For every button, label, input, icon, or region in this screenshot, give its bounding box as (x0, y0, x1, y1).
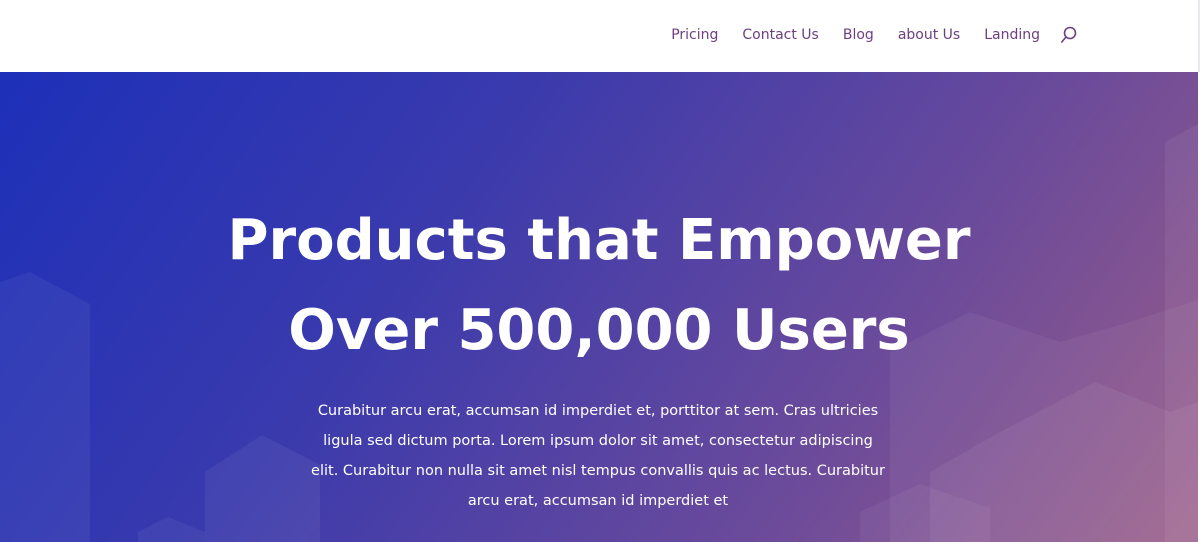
nav-pricing[interactable]: Pricing (671, 27, 718, 43)
hero-title-line-1: Products that Empower (227, 208, 971, 273)
main-nav: Pricing Contact Us Blog about Us Landing (671, 0, 1078, 70)
hero-section: Products that Empower Over 500,000 Users… (0, 72, 1198, 542)
search-icon[interactable] (1060, 26, 1078, 44)
nav-landing[interactable]: Landing (984, 27, 1040, 43)
hexagon-shape-bottom-left (138, 517, 205, 542)
search-icon-graphic (1060, 26, 1077, 43)
hero-title-line-2: Over 500,000 Users (288, 298, 910, 363)
nav-blog[interactable]: Blog (843, 27, 874, 43)
site-header: Pricing Contact Us Blog about Us Landing (0, 0, 1200, 72)
hero-description: Curabitur arcu erat, accumsan id imperdi… (311, 403, 885, 509)
hexagon-shape-mid-left (205, 435, 320, 542)
hero-title: Products that Empower Over 500,000 Users (0, 196, 1198, 376)
nav-about-us[interactable]: about Us (898, 27, 960, 43)
nav-contact-us[interactable]: Contact Us (742, 27, 818, 43)
